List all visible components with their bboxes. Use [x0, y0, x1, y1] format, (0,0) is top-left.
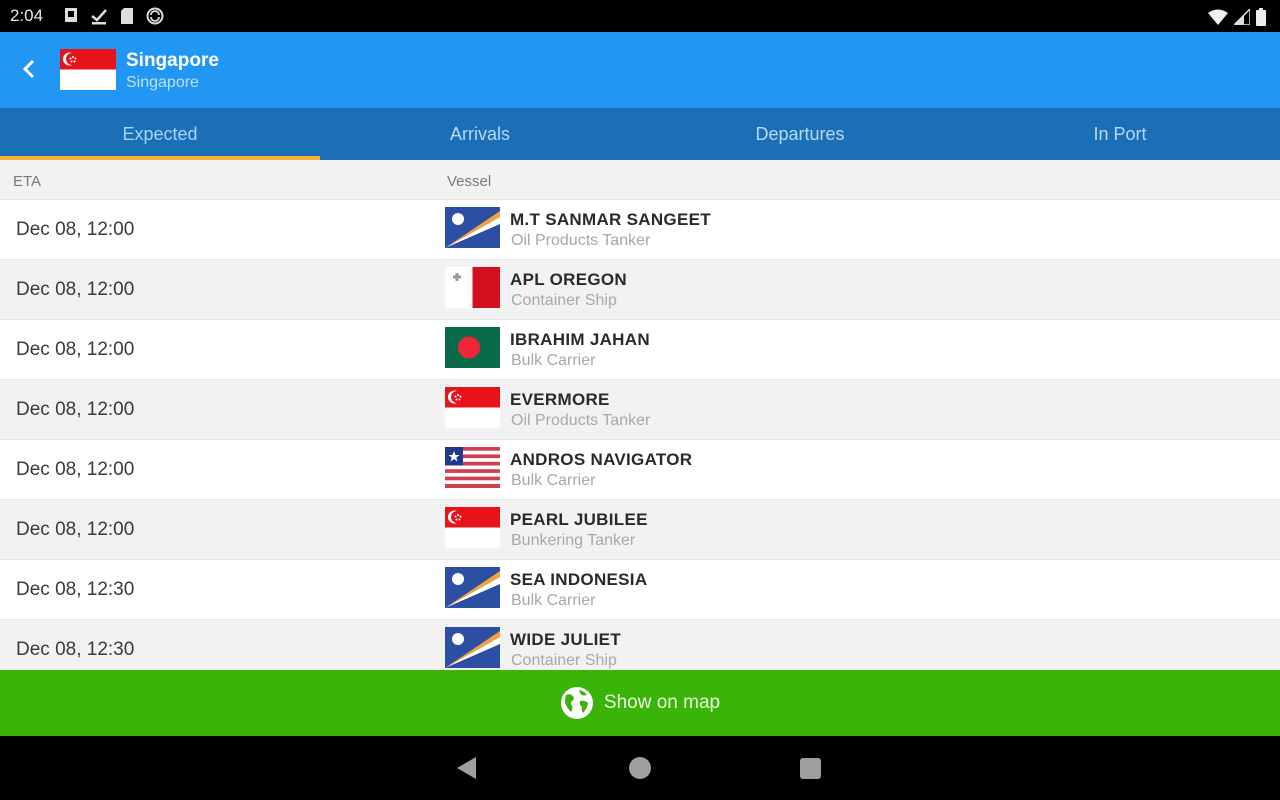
singapore-flag-icon [60, 49, 116, 90]
vessel-row[interactable]: Dec 08, 12:00 M.T SANMAR SANGEET Oil Prod… [0, 200, 1280, 260]
marshall-islands-flag-icon [445, 627, 500, 668]
vessel-row[interactable]: Dec 08, 12:00 PEARL JUBILEE Bunkering Tan… [0, 500, 1280, 560]
nav-home-icon[interactable] [629, 757, 651, 779]
battery-icon [1256, 8, 1266, 26]
tab-in-port[interactable]: In Port [960, 108, 1280, 160]
vessel-eta: Dec 08, 12:00 [16, 279, 135, 300]
tab-arrivals[interactable]: Arrivals [320, 108, 640, 160]
vessel-name: WIDE JULIET [510, 630, 621, 649]
status-icons-left [64, 7, 164, 25]
vessel-name: EVERMORE [510, 390, 610, 409]
sync-icon [146, 7, 164, 25]
nav-recents-icon[interactable] [800, 758, 821, 779]
show-on-map-button[interactable]: Show on map [0, 670, 1280, 736]
vessel-type: Bulk Carrier [511, 472, 596, 489]
vessel-row[interactable]: Dec 08, 12:00 EVERMORE Oil Products Tanke… [0, 380, 1280, 440]
back-button[interactable] [14, 54, 44, 84]
status-bar: 2:04 [0, 0, 1280, 32]
vessel-type: Container Ship [511, 652, 617, 669]
vessel-row[interactable]: Dec 08, 12:00 ANDROS NAVIGATOR Bulk Carri… [0, 440, 1280, 500]
vessel-eta: Dec 08, 12:00 [16, 399, 135, 420]
vessel-type: Container Ship [511, 292, 617, 309]
column-eta: ETA [13, 173, 42, 190]
chevron-left-icon [22, 59, 35, 79]
singapore-flag-icon [445, 387, 500, 428]
marshall-islands-flag-icon [445, 567, 500, 608]
port-title: Singapore [126, 50, 219, 71]
vessel-type: Oil Products Tanker [511, 232, 651, 249]
app-bar: Singapore Singapore [0, 32, 1280, 108]
malta-flag-icon [445, 267, 500, 308]
vessel-type: Bunkering Tanker [511, 532, 636, 549]
globe-icon [560, 687, 593, 719]
tab-expected[interactable]: Expected [0, 108, 320, 160]
vessel-type: Bulk Carrier [511, 592, 596, 609]
vessel-eta: Dec 08, 12:00 [16, 219, 135, 240]
wifi-icon [1208, 9, 1228, 25]
vessel-name: IBRAHIM JAHAN [510, 330, 650, 349]
sd-card-icon [121, 8, 133, 24]
status-time: 2:04 [10, 6, 44, 25]
vessel-row[interactable]: Dec 08, 12:30 SEA INDONESIA Bulk Carrier [0, 560, 1280, 620]
vessel-row[interactable]: Dec 08, 12:00 APL OREGON Container Ship [0, 260, 1280, 320]
marshall-islands-flag-icon [445, 207, 500, 248]
vessel-type: Oil Products Tanker [511, 412, 651, 429]
show-on-map-label: Show on map [603, 692, 721, 713]
notification-icon [65, 8, 77, 22]
column-header: ETA Vessel [0, 160, 1280, 200]
singapore-flag-icon [445, 507, 500, 548]
bangladesh-flag-icon [445, 327, 500, 368]
vessel-row[interactable]: Dec 08, 12:30 WIDE JULIET Container Ship [0, 620, 1280, 670]
nav-back-icon[interactable] [456, 756, 478, 780]
vessel-name: M.T SANMAR SANGEET [510, 210, 711, 229]
vessel-name: SEA INDONESIA [510, 570, 648, 589]
vessel-eta: Dec 08, 12:00 [16, 519, 135, 540]
vessel-list: Dec 08, 12:00 M.T SANMAR SANGEET Oil Prod… [0, 200, 1280, 670]
vessel-name: PEARL JUBILEE [510, 510, 648, 529]
download-done-icon [91, 9, 107, 25]
vessel-eta: Dec 08, 12:00 [16, 339, 135, 360]
vessel-eta: Dec 08, 12:30 [16, 579, 135, 600]
vessel-row[interactable]: Dec 08, 12:00 IBRAHIM JAHAN Bulk Carrier [0, 320, 1280, 380]
tab-bar: Expected Arrivals Departures In Port [0, 108, 1280, 160]
navigation-bar [0, 736, 1280, 800]
vessel-name: APL OREGON [510, 270, 627, 289]
column-vessel: Vessel [447, 173, 492, 190]
tab-departures[interactable]: Departures [640, 108, 960, 160]
vessel-eta: Dec 08, 12:00 [16, 459, 135, 480]
cell-signal-icon [1234, 9, 1250, 25]
status-icons-right [1208, 8, 1266, 26]
liberia-flag-icon [445, 447, 500, 488]
port-country: Singapore [126, 74, 199, 91]
vessel-type: Bulk Carrier [511, 352, 596, 369]
vessel-name: ANDROS NAVIGATOR [510, 450, 693, 469]
vessel-eta: Dec 08, 12:30 [16, 639, 135, 660]
